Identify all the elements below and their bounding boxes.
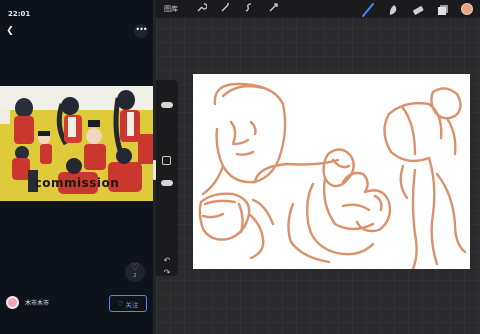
- opacity-slider[interactable]: [161, 180, 173, 186]
- like-count: 2: [133, 273, 137, 279]
- split-screen: 22:01 5G ❮ •••: [0, 0, 480, 334]
- brush-size-slider[interactable]: [161, 102, 173, 108]
- post-navbar: ❮ •••: [4, 24, 148, 38]
- selection-icon[interactable]: [242, 2, 256, 16]
- color-picker-button[interactable]: [461, 3, 473, 15]
- status-time: 22:01: [8, 10, 31, 18]
- gallery-button[interactable]: 图库: [164, 4, 184, 14]
- back-button[interactable]: ❮: [4, 25, 16, 37]
- eraser-icon[interactable]: [411, 2, 425, 16]
- procreate-toolbar: 图库: [156, 0, 480, 18]
- procreate-pane: 图库 ↶ ↷: [156, 0, 480, 334]
- social-app-pane: 22:01 5G ❮ •••: [0, 0, 480, 334]
- drawing-canvas[interactable]: [193, 74, 470, 269]
- undo-button[interactable]: ↶: [161, 256, 173, 266]
- post-artwork[interactable]: commission: [0, 86, 154, 201]
- modify-button[interactable]: [162, 156, 171, 165]
- follow-label: 关注: [125, 300, 139, 309]
- heart-icon: ♡: [130, 263, 140, 273]
- layers-icon[interactable]: [436, 2, 450, 16]
- author-info[interactable]: 木市木市: [6, 296, 49, 309]
- brush-icon[interactable]: [361, 2, 375, 17]
- heart-outline-icon: ♡: [117, 299, 124, 308]
- status-bar: 22:01 5G: [8, 8, 480, 334]
- transform-icon[interactable]: [266, 2, 280, 16]
- like-button[interactable]: ♡ 2: [125, 262, 145, 282]
- magic-wand-icon[interactable]: [218, 2, 232, 16]
- avatar[interactable]: [6, 296, 19, 309]
- redo-button[interactable]: ↷: [161, 268, 173, 278]
- smudge-icon[interactable]: [386, 2, 400, 16]
- follow-button[interactable]: ♡ 关注: [109, 295, 147, 312]
- procreate-sidebar: ↶ ↷: [156, 80, 178, 278]
- author-name[interactable]: 木市木市: [25, 298, 49, 307]
- wrench-icon[interactable]: [194, 2, 208, 16]
- more-options-button[interactable]: •••: [134, 24, 148, 38]
- artwork-caption: commission: [34, 176, 120, 190]
- sketch-drawing: [198, 82, 467, 269]
